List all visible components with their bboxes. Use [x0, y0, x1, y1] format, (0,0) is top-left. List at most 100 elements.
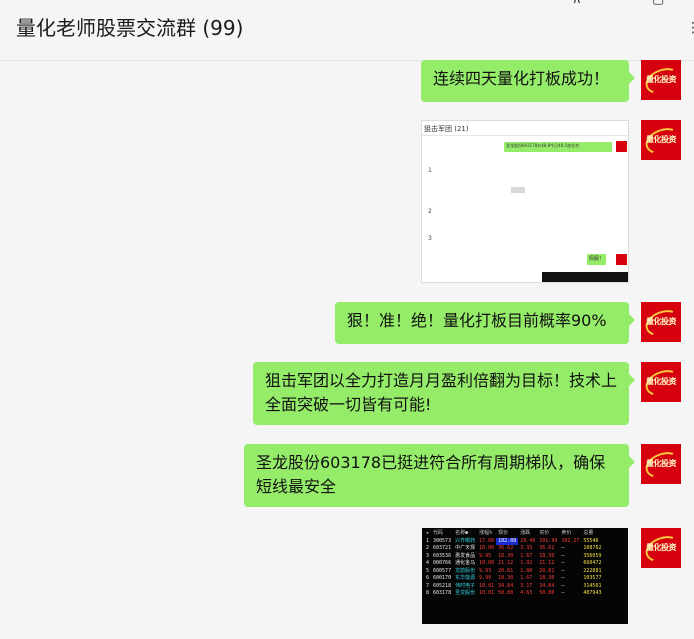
table-cell: 36.62: [539, 545, 555, 551]
stock-quote-table: ★ 代码 名称● 涨幅% 现价 涨跌 买价 卖价 总量 1 300573 兴齐眼…: [424, 530, 603, 598]
table-cell: 10.01: [479, 582, 495, 589]
table-cell: 3.17: [520, 582, 533, 589]
image-message[interactable]: 狙击军团 (21) 圣龙股份603178价48.8今日48.5加仓合 1 2 3…: [421, 120, 629, 283]
table-row: 6 600170 东华能源 9.99 18.30 1.67 18.30 — 10…: [424, 575, 603, 583]
table-cell: 1.67: [520, 575, 533, 581]
table-cell: 18.30: [498, 552, 514, 559]
column-header: 代码: [433, 530, 444, 536]
avatar[interactable]: 量化投资: [641, 60, 681, 100]
column-header: 买价: [539, 530, 550, 536]
table-row: 4 000766 通化金马 10.08 21.12 1.92 21.12 — 6…: [424, 560, 603, 568]
image-bubble-bottom: 佩服！: [587, 254, 607, 265]
table-cell: 600577: [433, 567, 452, 574]
column-header: ★: [426, 530, 430, 536]
table-cell: —: [561, 582, 565, 589]
table-cell: 108762: [583, 545, 602, 551]
table-cell: 3: [426, 552, 430, 559]
image-unread-number: 2: [428, 208, 432, 215]
table-cell: 603721: [433, 545, 452, 551]
table-cell: 9.99: [479, 575, 492, 581]
table-cell: 102.27: [561, 537, 580, 544]
table-header-row: ★ 代码 名称● 涨幅% 现价 涨跌 买价 卖价 总量: [424, 530, 603, 538]
table-cell: 1.88: [520, 567, 533, 574]
message-bubble[interactable]: 狙击军团以全力打造月月盈利倍翻为目标！技术上全面突破一切皆有可能!: [253, 362, 635, 425]
table-cell: 10.08: [479, 560, 495, 566]
column-header: 总量: [583, 530, 594, 536]
table-cell: 222881: [583, 567, 602, 574]
table-cell: 东华能源: [455, 575, 476, 581]
table-cell: 通化金马: [455, 560, 476, 566]
table-cell: 兴齐眼药: [455, 537, 476, 544]
message-bubble[interactable]: 狠！准！绝！量化打板目前概率90%: [335, 302, 635, 344]
avatar[interactable]: 量化投资: [641, 302, 681, 342]
table-cell: 1.92: [520, 560, 533, 566]
table-cell: 20.81: [498, 567, 514, 574]
table-cell: 603178: [433, 590, 452, 596]
table-cell: 103577: [583, 575, 602, 581]
table-cell: —: [561, 575, 565, 581]
avatar-label: 量化投资: [646, 377, 677, 386]
table-row: 3 603536 惠发食品 9.95 18.30 1.67 18.30 — 35…: [424, 553, 603, 561]
image-bubble-top: 圣龙股份603178价48.8今日48.5加仓合: [504, 142, 612, 152]
table-cell: 356059: [583, 552, 602, 559]
table-cell: 300573: [433, 537, 452, 544]
avatar[interactable]: 量化投资: [641, 120, 681, 160]
avatar[interactable]: 量化投资: [641, 362, 681, 402]
table-cell: 600170: [433, 575, 452, 581]
image-avatar-icon: [616, 254, 627, 265]
avatar-label: 量化投资: [646, 75, 677, 84]
column-header: 涨跌: [520, 530, 531, 536]
image-unread-number: 3: [428, 235, 432, 242]
message-bubble[interactable]: 圣龙股份603178已挺进符合所有周期梯队，确保短线最安全: [244, 444, 635, 507]
column-header: 涨幅%: [479, 530, 493, 536]
table-cell: 29.49: [520, 537, 536, 544]
table-cell: 10.00: [479, 545, 495, 551]
title-bar: 量化老师股票交流群 (99) ⊼ — ▢ ⋮: [0, 0, 694, 61]
table-cell: —: [561, 560, 565, 566]
table-row: 2 603721 中广天择 10.00 36.62 3.33 36.62 — 1…: [424, 545, 603, 553]
table-row: 1 300573 兴齐眼药 17.68 102.08 29.49 101.99 …: [424, 537, 603, 545]
table-cell: 中广天择: [455, 545, 476, 551]
table-cell: 4: [426, 560, 430, 566]
maximize-icon[interactable]: ▢: [652, 0, 664, 7]
table-cell: 2: [426, 545, 430, 551]
image-ticker-strip: [542, 272, 628, 282]
pin-icon[interactable]: ⊼: [572, 0, 582, 7]
image-divider: [422, 135, 628, 136]
image-time-marker: [511, 187, 525, 193]
table-cell: 603536: [433, 552, 452, 559]
table-cell: 伟时电子: [455, 582, 476, 589]
message-bubble[interactable]: 连续四天量化打板成功！: [421, 60, 635, 102]
table-cell: 10.01: [479, 590, 495, 596]
column-header: 名称●: [455, 530, 469, 536]
avatar-label: 量化投资: [646, 543, 677, 552]
image-avatar-icon: [616, 141, 627, 152]
avatar[interactable]: 量化投资: [641, 444, 681, 484]
avatar-label: 量化投资: [646, 317, 677, 326]
table-cell: 50.80: [539, 590, 555, 596]
message-text: 圣龙股份603178已挺进符合所有周期梯队，确保短线最安全: [256, 453, 606, 496]
table-cell: 36.62: [498, 545, 514, 551]
message-text: 狠！准！绝！量化打板目前概率90%: [347, 311, 607, 330]
image-message[interactable]: ★ 代码 名称● 涨幅% 现价 涨跌 买价 卖价 总量 1 300573 兴齐眼…: [422, 528, 628, 624]
table-cell: 圣龙股份: [455, 590, 476, 596]
table-row: 7 605218 伟时电子 10.01 34.84 3.17 34.84 — 3…: [424, 583, 603, 591]
minimize-icon[interactable]: —: [613, 0, 626, 5]
table-cell: 314561: [583, 582, 602, 589]
table-cell: 102.08: [496, 537, 519, 545]
avatar[interactable]: 量化投资: [641, 528, 681, 568]
table-cell: 1: [426, 537, 430, 544]
table-cell: 34.84: [539, 582, 555, 589]
table-cell: 407943: [583, 590, 602, 596]
table-cell: 18.30: [539, 552, 555, 559]
table-cell: 605218: [433, 582, 452, 589]
table-cell: 101.99: [539, 537, 558, 544]
table-cell: 50.80: [498, 590, 514, 596]
table-cell: 3.33: [520, 545, 533, 551]
table-cell: —: [561, 545, 565, 551]
avatar-label: 量化投资: [646, 135, 677, 144]
more-options-icon[interactable]: ⋮: [686, 20, 694, 36]
chat-title: 量化老师股票交流群 (99): [16, 16, 244, 40]
table-cell: 7: [426, 582, 430, 589]
table-row: 8 603178 圣龙股份 10.01 50.80 4.63 50.80 — 4…: [424, 590, 603, 598]
